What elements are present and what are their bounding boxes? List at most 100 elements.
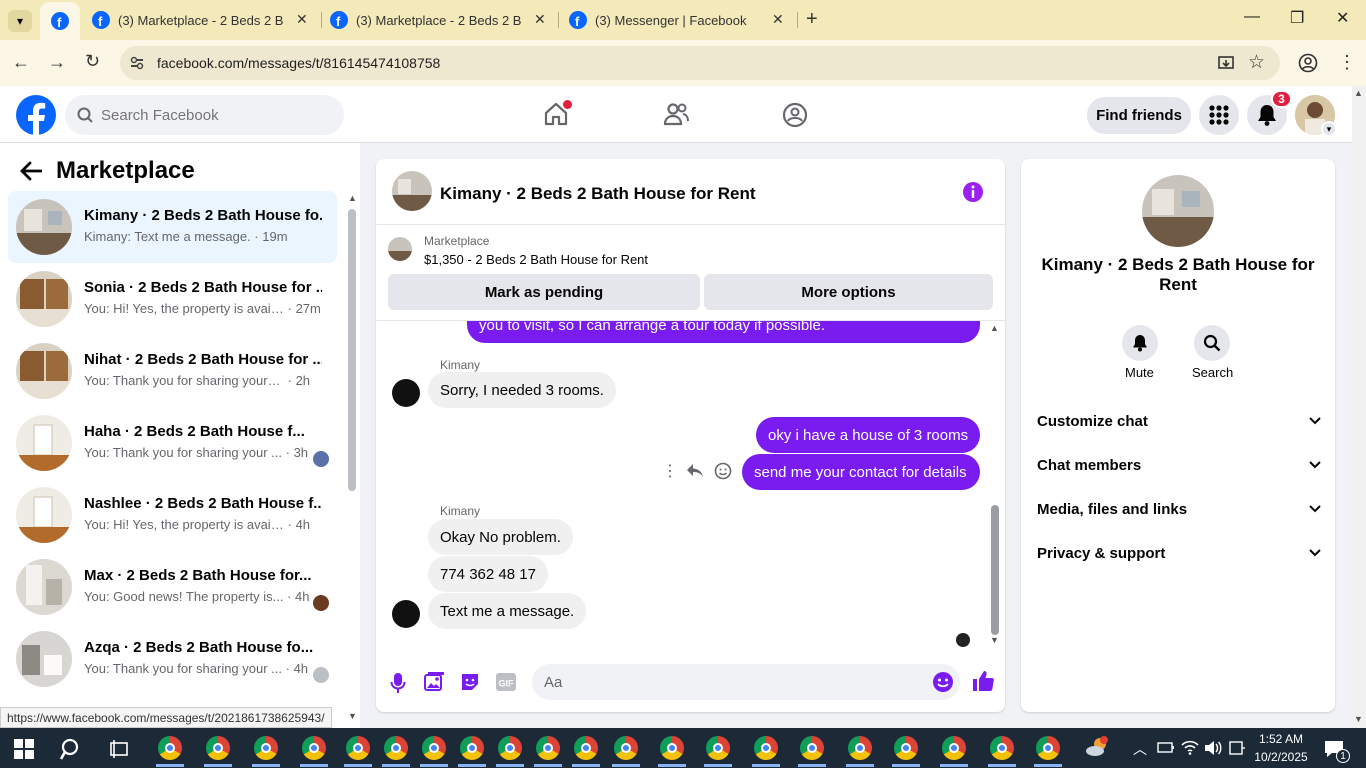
close-tab-icon[interactable]: ✕: [772, 11, 784, 28]
chevron-down-icon[interactable]: ▾: [1321, 121, 1337, 137]
info-icon[interactable]: [962, 181, 984, 203]
sender-avatar[interactable]: [392, 379, 420, 407]
list-item[interactable]: Nihat · 2 Beds 2 Bath House for ... You:…: [8, 335, 337, 407]
chrome-taskbar-icon[interactable]: [574, 736, 598, 760]
back-arrow-icon[interactable]: [20, 161, 42, 181]
close-tab-icon[interactable]: ✕: [296, 11, 308, 28]
chrome-taskbar-icon[interactable]: [942, 736, 966, 760]
bookmark-star-icon[interactable]: ☆: [1248, 51, 1265, 74]
chrome-taskbar-icon[interactable]: [536, 736, 560, 760]
show-hidden-icons[interactable]: ︿: [1133, 739, 1147, 759]
chrome-taskbar-icon[interactable]: [660, 736, 684, 760]
tab-marketplace-2[interactable]: f (3) Marketplace - 2 Beds 2 Bath: [330, 0, 560, 40]
chrome-taskbar-icon[interactable]: [614, 736, 638, 760]
message-input[interactable]: Aa: [532, 664, 960, 700]
task-view-icon[interactable]: [109, 739, 129, 759]
chat-members-section[interactable]: Chat members: [1037, 445, 1321, 485]
listing-description[interactable]: $1,350 - 2 Beds 2 Bath House for Rent: [424, 252, 648, 267]
clock-time[interactable]: 1:52 AM: [1258, 732, 1304, 746]
message-bubble-incoming[interactable]: 774 362 48 17: [428, 556, 548, 592]
list-scrollbar[interactable]: ▲ ▼: [346, 193, 358, 723]
browser-menu-icon[interactable]: ⋮: [1338, 52, 1356, 73]
privacy-support-section[interactable]: Privacy & support: [1037, 533, 1321, 573]
url-box[interactable]: facebook.com/messages/t/816145474108758 …: [120, 46, 1280, 80]
chrome-taskbar-icon[interactable]: [460, 736, 484, 760]
chrome-taskbar-icon[interactable]: [1036, 736, 1060, 760]
chrome-taskbar-icon[interactable]: [894, 736, 918, 760]
chat-avatar[interactable]: [392, 171, 432, 211]
search-conversation-button[interactable]: [1194, 325, 1230, 361]
more-options-button[interactable]: More options: [704, 274, 993, 310]
search-box[interactable]: [65, 95, 344, 135]
tab-messenger[interactable]: f (3) Messenger | Facebook: [569, 0, 799, 40]
chrome-taskbar-icon[interactable]: [346, 736, 370, 760]
install-app-icon[interactable]: [1217, 54, 1235, 72]
chrome-taskbar-icon[interactable]: [990, 736, 1014, 760]
chrome-taskbar-icon[interactable]: [706, 736, 730, 760]
gif-icon[interactable]: GIF: [496, 672, 516, 692]
list-item[interactable]: Sonia · 2 Beds 2 Bath House for ... You:…: [8, 263, 337, 335]
site-info-icon[interactable]: [128, 54, 146, 72]
reply-icon[interactable]: [686, 463, 704, 479]
message-bubble-incoming[interactable]: Okay No problem.: [428, 519, 573, 555]
chrome-taskbar-icon[interactable]: [254, 736, 278, 760]
taskbar-search-icon[interactable]: [60, 737, 84, 761]
volume-icon[interactable]: [1204, 740, 1222, 756]
chrome-taskbar-icon[interactable]: [422, 736, 446, 760]
tab-search-button[interactable]: ▾: [8, 10, 32, 32]
sticker-icon[interactable]: [460, 672, 480, 692]
sender-avatar[interactable]: [392, 600, 420, 628]
message-bubble-incoming[interactable]: Text me a message.: [428, 593, 587, 629]
message-bubble-outgoing[interactable]: send me your contact for details: [742, 454, 980, 490]
minimize-icon[interactable]: —: [1244, 8, 1260, 26]
customize-chat-section[interactable]: Customize chat: [1037, 401, 1321, 441]
tab-facebook-active[interactable]: f: [40, 2, 80, 40]
microphone-icon[interactable]: [390, 672, 406, 694]
language-icon[interactable]: [1229, 740, 1245, 756]
thumbs-up-icon[interactable]: [972, 670, 994, 692]
list-item[interactable]: Kimany · 2 Beds 2 Bath House fo... Kiman…: [8, 191, 337, 263]
page-scrollbar[interactable]: ▲ ▼: [1352, 86, 1366, 728]
reload-icon[interactable]: ↻: [85, 51, 100, 72]
weather-icon[interactable]: [1085, 736, 1109, 758]
mark-pending-button[interactable]: Mark as pending: [388, 274, 700, 310]
mute-button[interactable]: [1122, 325, 1158, 361]
friends-icon[interactable]: [663, 102, 689, 126]
message-bubble-incoming[interactable]: Sorry, I needed 3 rooms.: [428, 372, 616, 408]
react-emoji-icon[interactable]: [714, 462, 732, 480]
thread-scrollbar[interactable]: ▲ ▼: [990, 323, 1000, 649]
list-item[interactable]: Nashlee · 2 Beds 2 Bath House f... You: …: [8, 479, 337, 551]
emoji-icon[interactable]: [932, 671, 954, 693]
photo-icon[interactable]: [424, 672, 444, 692]
forward-icon[interactable]: →: [48, 52, 66, 73]
media-files-section[interactable]: Media, files and links: [1037, 489, 1321, 529]
chrome-taskbar-icon[interactable]: [848, 736, 872, 760]
chrome-taskbar-icon[interactable]: [800, 736, 824, 760]
search-input[interactable]: [101, 106, 321, 124]
clock-date[interactable]: 10/2/2025: [1253, 750, 1309, 764]
tab-marketplace-1[interactable]: f (3) Marketplace - 2 Beds 2 Bath: [92, 0, 322, 40]
restore-icon[interactable]: ❐: [1290, 8, 1304, 28]
profile-icon[interactable]: [1298, 53, 1318, 73]
close-tab-icon[interactable]: ✕: [534, 11, 546, 28]
list-item[interactable]: Haha · 2 Beds 2 Bath House f... You: Tha…: [8, 407, 337, 479]
message-bubble-outgoing[interactable]: oky i have a house of 3 rooms: [756, 417, 980, 453]
battery-icon[interactable]: [1157, 740, 1175, 754]
chrome-taskbar-icon[interactable]: [206, 736, 230, 760]
chrome-taskbar-icon[interactable]: [498, 736, 522, 760]
close-window-icon[interactable]: ✕: [1336, 8, 1349, 28]
find-friends-button[interactable]: Find friends: [1087, 97, 1191, 134]
chat-title[interactable]: Kimany · 2 Beds 2 Bath House for Rent: [440, 184, 756, 204]
windows-start-icon[interactable]: [14, 739, 34, 759]
chrome-taskbar-icon[interactable]: [158, 736, 182, 760]
details-avatar[interactable]: [1142, 175, 1214, 247]
message-bubble-outgoing[interactable]: you to visit, so I can arrange a tour to…: [467, 321, 980, 343]
list-item[interactable]: Azqa · 2 Beds 2 Bath House fo... You: Th…: [8, 623, 337, 695]
chrome-taskbar-icon[interactable]: [754, 736, 778, 760]
facebook-logo-icon[interactable]: [16, 95, 56, 135]
more-actions-icon[interactable]: ⋮: [662, 461, 678, 481]
groups-icon[interactable]: [782, 102, 808, 128]
wifi-icon[interactable]: [1181, 739, 1199, 755]
menu-button[interactable]: [1199, 95, 1239, 135]
chrome-taskbar-icon[interactable]: [384, 736, 408, 760]
